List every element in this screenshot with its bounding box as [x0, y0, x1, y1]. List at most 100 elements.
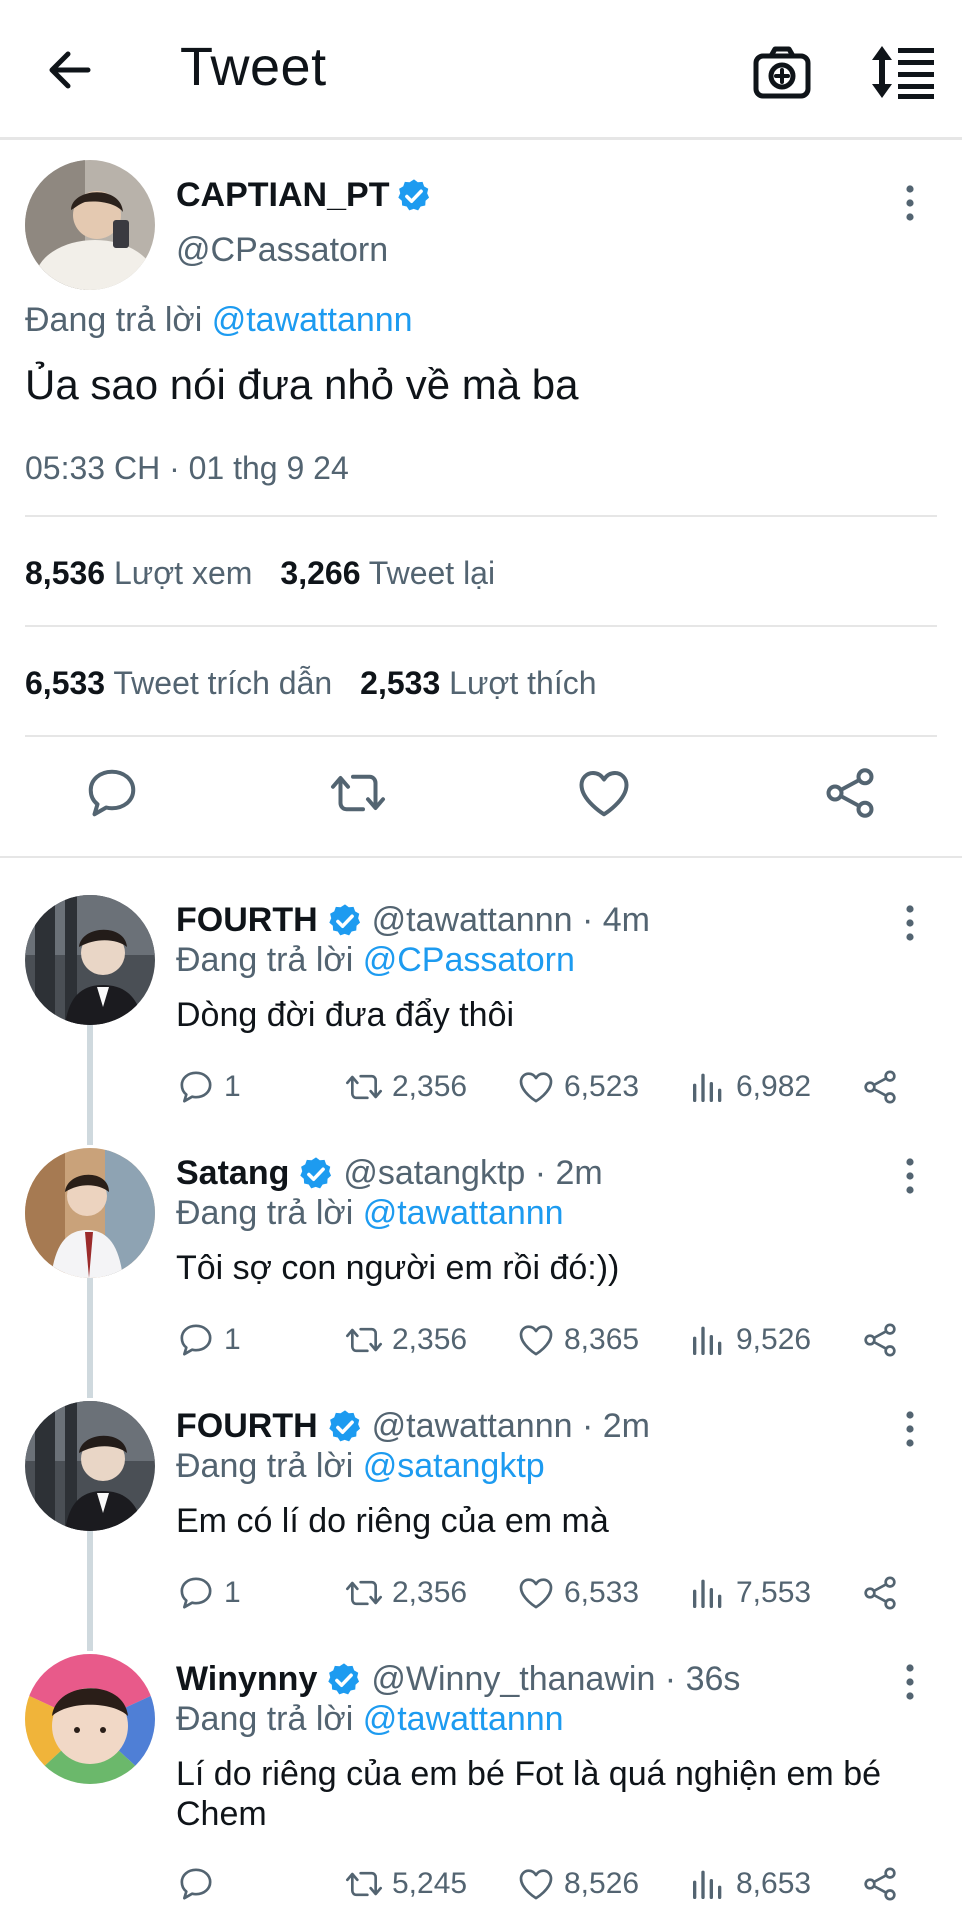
more-options-icon[interactable]	[895, 903, 925, 943]
retweet-button[interactable]: 2,356	[344, 1571, 467, 1615]
author-name[interactable]: FOURTH	[176, 1407, 318, 1446]
reply-count: 1	[224, 1576, 241, 1609]
replying-to-label: Đang trả lời	[176, 1194, 354, 1232]
share-button[interactable]	[860, 1862, 900, 1906]
reply-icon	[176, 1573, 216, 1613]
thread-line	[87, 1025, 93, 1145]
reply-button[interactable]	[176, 1862, 224, 1906]
verified-badge-icon	[326, 1408, 364, 1446]
replying-to-label: Đang trả lời	[25, 301, 203, 339]
likes-stat[interactable]: 2,533 Lượt thích	[360, 665, 596, 701]
reply-icon	[176, 1320, 216, 1360]
views-icon	[688, 1864, 728, 1904]
reply-count: 1	[224, 1323, 241, 1356]
quotes-count: 6,533	[25, 665, 106, 701]
reply-text: Em có lí do riêng của em mà	[176, 1502, 609, 1540]
share-icon[interactable]	[820, 763, 880, 823]
more-options-icon[interactable]	[895, 1662, 925, 1702]
views-count: 6,982	[736, 1070, 812, 1103]
quotes-stat[interactable]: 6,533 Tweet trích dẫn	[25, 665, 332, 701]
back-arrow-icon[interactable]	[40, 40, 100, 100]
replying-to: Đang trả lời @satangktp	[176, 1447, 545, 1486]
reply-icon	[176, 1864, 216, 1904]
retweet-icon	[344, 1067, 384, 1107]
author-name[interactable]: CAPTIAN_PT	[176, 176, 433, 215]
views-button[interactable]: 7,553	[688, 1571, 811, 1615]
like-icon	[516, 1320, 556, 1360]
page-title: Tweet	[180, 37, 327, 97]
reply-count: 1	[224, 1070, 241, 1103]
avatar[interactable]	[25, 1654, 155, 1784]
reply-header: Satang @satangktp · 2m	[176, 1154, 603, 1193]
like-icon	[516, 1573, 556, 1613]
more-options-icon[interactable]	[895, 1156, 925, 1196]
retweet-icon	[344, 1573, 384, 1613]
reply-button[interactable]: 1	[176, 1065, 241, 1109]
author-name[interactable]: Winynny	[176, 1660, 317, 1699]
author-handle[interactable]: @CPassatorn	[176, 231, 388, 270]
author-handle[interactable]: @Winny_thanawin · 36s	[371, 1660, 740, 1699]
replying-to: Đang trả lời @tawattannn	[176, 1194, 564, 1233]
likes-count: 2,533	[360, 665, 441, 701]
likes-label: Lượt thích	[449, 665, 597, 701]
share-icon	[860, 1864, 900, 1904]
reply-icon[interactable]	[82, 763, 142, 823]
views-button[interactable]: 8,653	[688, 1862, 811, 1906]
verified-badge-icon	[325, 1661, 363, 1699]
author-handle[interactable]: @tawattannn · 4m	[372, 901, 650, 940]
avatar[interactable]	[25, 160, 155, 290]
like-icon[interactable]	[574, 763, 634, 823]
retweet-icon	[344, 1864, 384, 1904]
replying-to-mention[interactable]: @tawattannn	[363, 1194, 564, 1232]
camera-add-icon[interactable]	[752, 42, 812, 102]
views-button[interactable]: 9,526	[688, 1318, 811, 1362]
views-count: 7,553	[736, 1576, 812, 1609]
author-name[interactable]: Satang	[176, 1154, 289, 1193]
views-stat[interactable]: 8,536 Lượt xem	[25, 555, 252, 591]
retweet-button[interactable]: 5,245	[344, 1862, 467, 1906]
like-button[interactable]: 6,523	[516, 1065, 639, 1109]
retweets-stat[interactable]: 3,266 Tweet lại	[280, 555, 495, 591]
like-button[interactable]: 8,365	[516, 1318, 639, 1362]
like-icon	[516, 1067, 556, 1107]
reply-button[interactable]: 1	[176, 1318, 241, 1362]
views-count: 8,536	[25, 555, 106, 591]
share-button[interactable]	[860, 1318, 900, 1362]
author-handle[interactable]: @satangktp · 2m	[343, 1154, 602, 1193]
retweet-button[interactable]: 2,356	[344, 1065, 467, 1109]
avatar[interactable]	[25, 895, 155, 1025]
more-options-icon[interactable]	[895, 1409, 925, 1449]
share-button[interactable]	[860, 1571, 900, 1615]
section-divider	[0, 856, 962, 858]
retweets-label: Tweet lại	[368, 555, 496, 591]
avatar[interactable]	[25, 1148, 155, 1278]
more-options-icon[interactable]	[895, 183, 925, 223]
verified-badge-icon	[395, 177, 433, 215]
replying-to-mention[interactable]: @satangktp	[363, 1447, 545, 1485]
like-button[interactable]: 8,526	[516, 1862, 639, 1906]
avatar[interactable]	[25, 1401, 155, 1531]
retweet-count: 5,245	[392, 1867, 468, 1900]
replying-to-label: Đang trả lời	[176, 941, 354, 979]
reply-action-bar: 1 2,356 6,533 7,553	[176, 1571, 916, 1615]
views-count: 8,653	[736, 1867, 812, 1900]
replying-to-mention[interactable]: @tawattannn	[212, 301, 413, 339]
sort-replies-icon[interactable]	[868, 42, 938, 102]
share-button[interactable]	[860, 1065, 900, 1109]
replying-to: Đang trả lời @CPassatorn	[176, 941, 575, 980]
author-handle[interactable]: @tawattannn · 2m	[372, 1407, 650, 1446]
retweet-button[interactable]: 2,356	[344, 1318, 467, 1362]
reply-action-bar: 1 2,356 8,365 9,526	[176, 1318, 916, 1362]
retweet-count: 2,356	[392, 1576, 468, 1609]
retweet-icon[interactable]	[328, 763, 388, 823]
views-button[interactable]: 6,982	[688, 1065, 811, 1109]
divider	[25, 515, 937, 517]
share-icon	[860, 1573, 900, 1613]
replying-to-mention[interactable]: @tawattannn	[363, 1700, 564, 1738]
reply-header: Winynny @Winny_thanawin · 36s	[176, 1660, 740, 1699]
verified-badge-icon	[297, 1155, 335, 1193]
replying-to-mention[interactable]: @CPassatorn	[363, 941, 575, 979]
author-name[interactable]: FOURTH	[176, 901, 318, 940]
reply-button[interactable]: 1	[176, 1571, 241, 1615]
like-button[interactable]: 6,533	[516, 1571, 639, 1615]
